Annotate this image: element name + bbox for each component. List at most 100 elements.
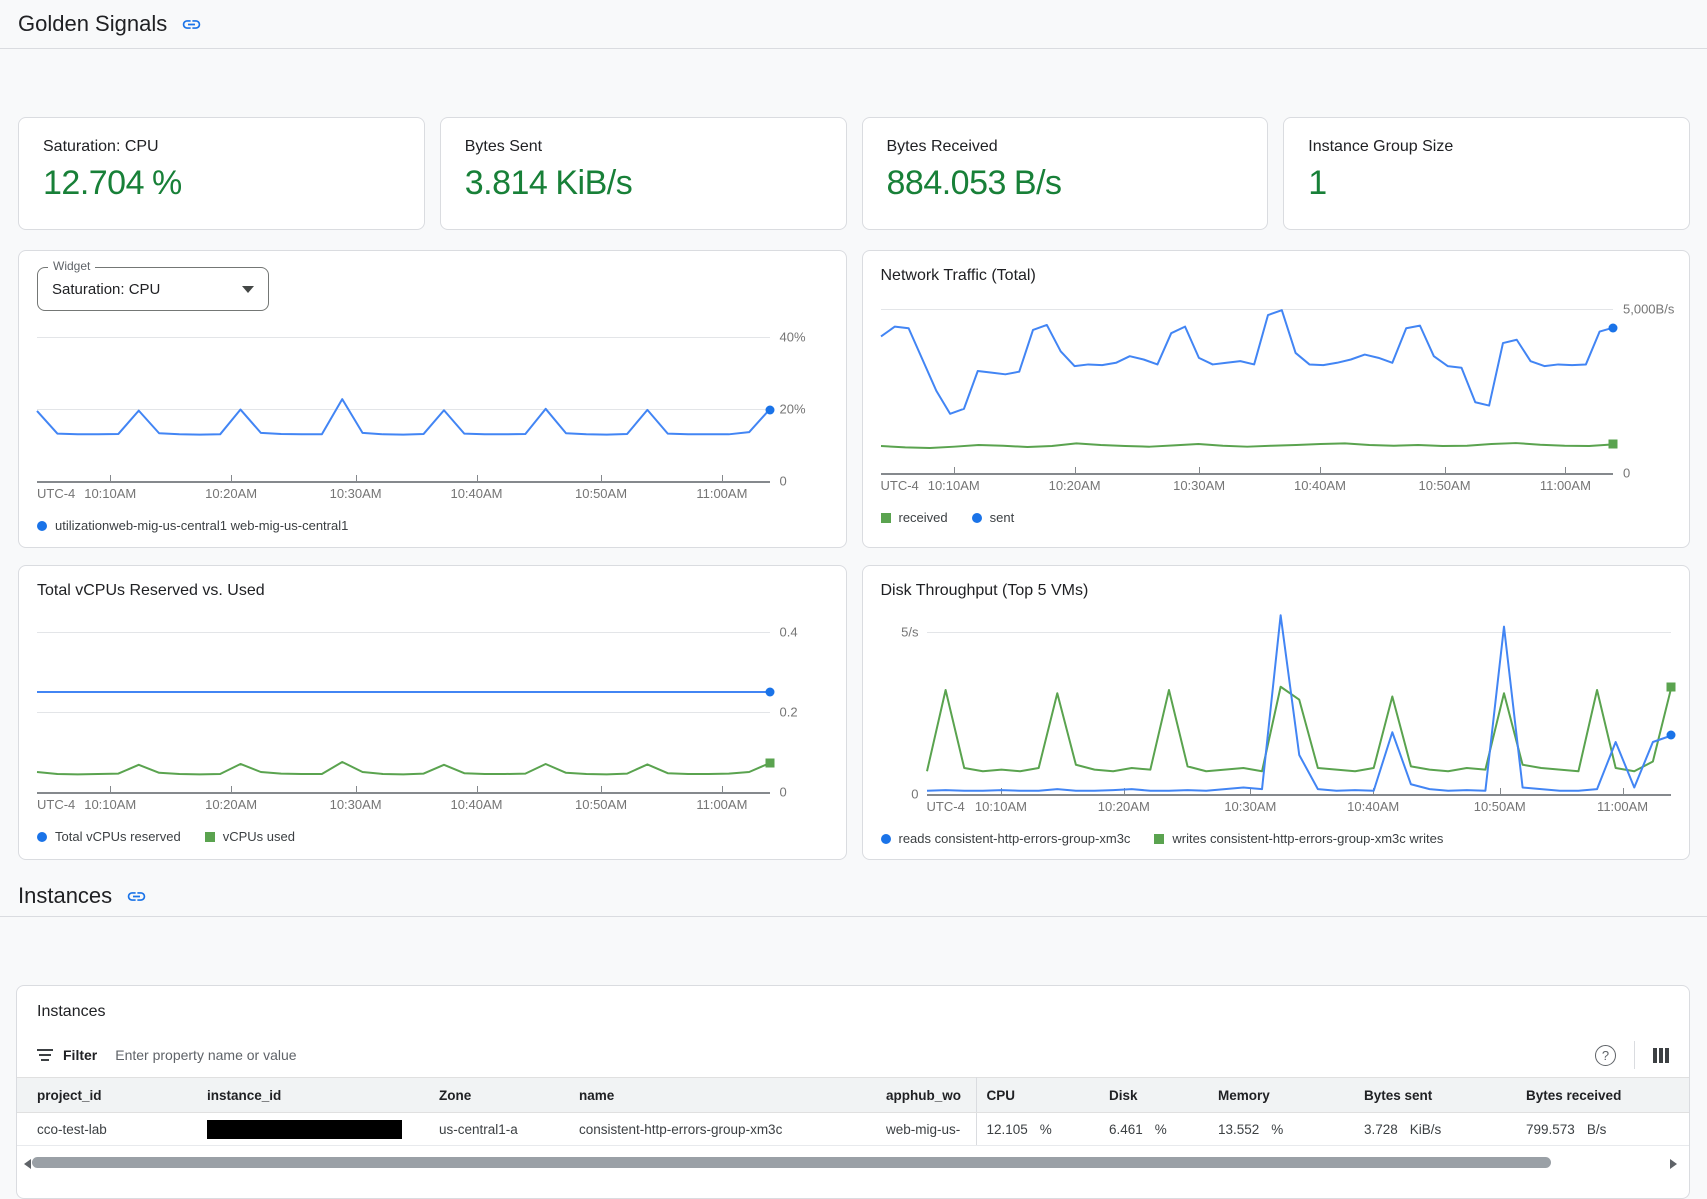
legend-label: received	[899, 510, 948, 525]
scorecard-label: Bytes Sent	[465, 138, 822, 156]
instances-table: project_idinstance_idZonenameapphub_woCP…	[17, 1077, 1690, 1146]
column-header-Bytes sent[interactable]: Bytes sent	[1354, 1078, 1516, 1113]
widget-select-value: Saturation: CPU	[52, 281, 160, 298]
chevron-down-icon	[242, 286, 254, 293]
column-header-Memory[interactable]: Memory	[1208, 1078, 1354, 1113]
horizontal-scrollbar[interactable]	[17, 1156, 1689, 1172]
filter-bar-divider	[1634, 1041, 1635, 1069]
widget-select-label: Widget	[48, 259, 95, 273]
scorecard-instance-group-size: Instance Group Size 1	[1283, 117, 1690, 230]
legend-label: writes consistent-http-errors-group-xm3c…	[1172, 831, 1443, 846]
chart-legend: utilizationweb-mig-us-central1 web-mig-u…	[37, 518, 828, 533]
table-row: cco-test-labus-central1-aconsistent-http…	[17, 1113, 1690, 1146]
circle-legend-marker	[972, 513, 982, 523]
scorecard-value: 884.053B/s	[887, 164, 1244, 203]
network-traffic-svg	[881, 297, 1614, 473]
cell-Bytes sent: 3.728KiB/s	[1354, 1113, 1516, 1146]
x-tick-label: 10:20AM	[205, 486, 257, 501]
series-line	[881, 310, 1614, 414]
column-header-Zone[interactable]: Zone	[429, 1078, 569, 1113]
y-tick-label: 0	[780, 474, 787, 489]
page-header: Golden Signals	[0, 0, 1707, 49]
widget-select[interactable]: Widget Saturation: CPU	[37, 267, 269, 311]
filter-label: Filter	[63, 1047, 97, 1063]
x-tick-label: 10:30AM	[330, 486, 382, 501]
x-tick-label: 10:10AM	[975, 799, 1027, 814]
cell-unit: B/s	[1587, 1122, 1607, 1137]
y-tick-label: 0	[911, 787, 918, 802]
legend-item[interactable]: sent	[972, 510, 1015, 525]
legend-label: reads consistent-http-errors-group-xm3c	[899, 831, 1131, 846]
cell-Bytes received: 799.573 B/s	[1516, 1113, 1690, 1146]
column-header-Bytes received[interactable]: Bytes received	[1516, 1078, 1690, 1113]
legend-item[interactable]: writes consistent-http-errors-group-xm3c…	[1154, 831, 1443, 846]
disk-throughput-svg	[927, 612, 1672, 794]
chart-legend: received sent	[881, 510, 1672, 525]
instances-section-header: Instances	[0, 876, 1707, 917]
legend-item[interactable]: received	[881, 510, 948, 525]
column-header-instance_id[interactable]: instance_id	[197, 1078, 429, 1113]
series-line	[881, 443, 1614, 448]
scorecard-label: Saturation: CPU	[43, 138, 400, 156]
legend-item[interactable]: utilizationweb-mig-us-central1 web-mig-u…	[37, 518, 348, 533]
vcpus-reserved-used-svg	[37, 612, 770, 792]
vcpus-chart: 0.40.20 UTC-410:10AM10:20AM10:30AM10:40A…	[37, 612, 828, 844]
scrollbar-thumb[interactable]	[32, 1157, 1551, 1168]
column-header-project_id[interactable]: project_id	[17, 1078, 197, 1113]
series-end-marker	[1667, 731, 1676, 740]
cell-unit: %	[1155, 1122, 1167, 1137]
x-tick-label: 10:40AM	[450, 797, 502, 812]
saturation-cpu-svg	[37, 323, 770, 481]
table-filter-bar: Filter ?	[17, 1033, 1689, 1077]
plot-area	[881, 297, 1614, 473]
table-header-row: project_idinstance_idZonenameapphub_woCP…	[17, 1078, 1690, 1113]
scorecard-value: 3.814KiB/s	[465, 164, 822, 203]
cell-value: 799.573	[1526, 1122, 1575, 1137]
x-axis: UTC-410:10AM10:20AM10:30AM10:40AM10:50AM…	[881, 478, 1614, 498]
x-axis-line	[927, 794, 1672, 796]
column-header-Disk[interactable]: Disk	[1099, 1078, 1208, 1113]
square-legend-marker	[881, 513, 891, 523]
help-icon[interactable]: ?	[1595, 1045, 1616, 1066]
column-display-icon[interactable]	[1653, 1048, 1669, 1063]
circle-legend-marker	[37, 832, 47, 842]
legend-label: utilizationweb-mig-us-central1 web-mig-u…	[55, 518, 348, 533]
x-axis: UTC-410:10AM10:20AM10:30AM10:40AM10:50AM…	[37, 797, 770, 817]
disk-throughput-chart: 5/s0 UTC-410:10AM10:20AM10:30AM10:40AM10…	[881, 612, 1672, 846]
link-icon[interactable]	[181, 14, 202, 35]
x-tick-label: 11:00AM	[696, 486, 747, 501]
scorecard-bytes-received: Bytes Received 884.053B/s	[862, 117, 1269, 230]
legend-label: vCPUs used	[223, 829, 295, 844]
plot-area	[37, 323, 770, 481]
scorecard-label: Instance Group Size	[1308, 138, 1665, 156]
table-body: cco-test-labus-central1-aconsistent-http…	[17, 1113, 1690, 1146]
y-axis: 5,000B/s0	[1613, 297, 1671, 473]
x-axis-line	[37, 792, 770, 794]
x-tick-label: 10:40AM	[1347, 799, 1399, 814]
y-tick-label: 0.4	[780, 624, 798, 639]
scorecard-saturation-cpu: Saturation: CPU 12.704%	[18, 117, 425, 230]
cell-value: 12.105	[987, 1122, 1028, 1137]
x-tick-label: 10:50AM	[575, 797, 627, 812]
column-header-name[interactable]: name	[569, 1078, 876, 1113]
y-tick-label: 20%	[780, 402, 806, 417]
legend-item[interactable]: vCPUs used	[205, 829, 295, 844]
x-axis: UTC-410:10AM10:20AM10:30AM10:40AM10:50AM…	[37, 486, 770, 506]
scroll-left-arrow[interactable]	[24, 1159, 31, 1169]
legend-item[interactable]: reads consistent-http-errors-group-xm3c	[881, 831, 1131, 846]
legend-item[interactable]: Total vCPUs reserved	[37, 829, 181, 844]
scroll-right-arrow[interactable]	[1670, 1159, 1677, 1169]
x-tick-label: 10:30AM	[1173, 478, 1225, 493]
scorecard-value: 1	[1308, 164, 1665, 203]
cell-value: 6.461	[1109, 1122, 1143, 1137]
table-title: Instances	[17, 986, 1689, 1033]
x-tick-label: 11:00AM	[1597, 799, 1648, 814]
column-header-CPU[interactable]: CPU	[976, 1078, 1099, 1113]
filter-input[interactable]	[113, 1046, 1595, 1064]
cell-Zone: us-central1-a	[429, 1113, 569, 1146]
column-header-apphub_wo[interactable]: apphub_wo	[876, 1078, 976, 1113]
link-icon[interactable]	[126, 886, 147, 907]
cell-CPU: 12.105%	[976, 1113, 1099, 1146]
y-tick-label: 40%	[780, 330, 806, 345]
charts-row-2: Total vCPUs Reserved vs. Used 0.40.20 UT…	[18, 565, 1690, 860]
